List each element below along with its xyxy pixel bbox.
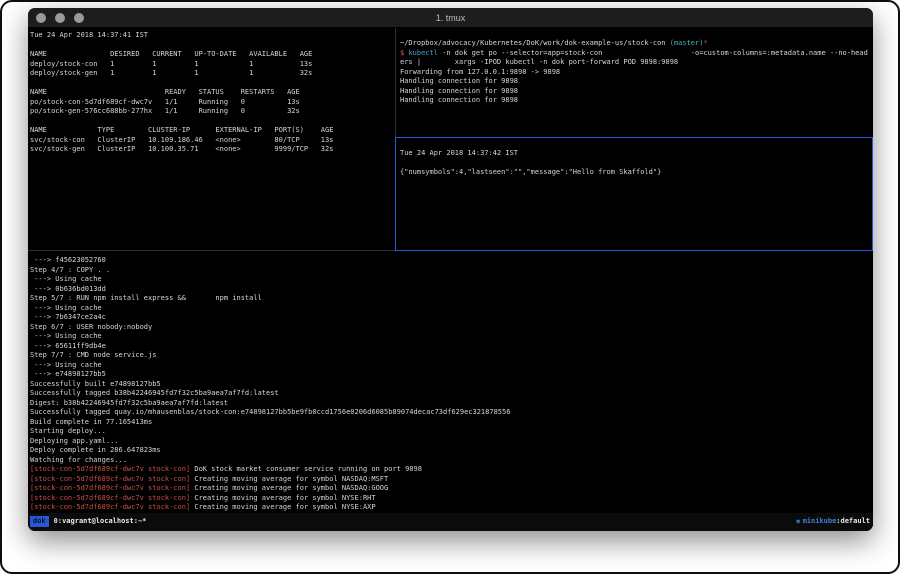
- window-name-item[interactable]: 0:vagrant@localhost:~*: [54, 517, 147, 525]
- screenshot-page: 1. tmux Tue 24 Apr 2018 14:37:41 IST NAME…: [0, 0, 900, 574]
- terminal-line: po/stock-gen-576cc688bb-277hx 1/1 Runnin…: [30, 107, 333, 117]
- terminal-line: Step 4/7 : COPY . .: [30, 266, 510, 276]
- terminal-line: Successfully tagged quay.io/mhausenblas/…: [30, 408, 510, 418]
- pane-skaffold-build[interactable]: ---> f45623052760Step 4/7 : COPY . . ---…: [30, 256, 510, 513]
- terminal-line: [30, 41, 333, 51]
- pane-kubectl-resources[interactable]: Tue 24 Apr 2018 14:37:41 IST NAME DESIRED…: [30, 31, 333, 155]
- terminal-window: 1. tmux Tue 24 Apr 2018 14:37:41 IST NAME…: [28, 8, 873, 531]
- terminal-line: NAME TYPE CLUSTER-IP EXTERNAL-IP PORT(S)…: [30, 126, 333, 136]
- terminal-line: Handling connection for 9898: [400, 87, 868, 97]
- terminal-line: Step 7/7 : CMD node service.js: [30, 351, 510, 361]
- terminal-line: ---> Using cache: [30, 332, 510, 342]
- terminal-line: [stock-con-5d7df689cf-dwc7v stock-con] C…: [30, 475, 510, 485]
- terminal-line: Handling connection for 9898: [400, 96, 868, 106]
- helm-icon: ⎈: [796, 517, 801, 526]
- terminal-line: [stock-con-5d7df689cf-dwc7v stock-con] C…: [30, 484, 510, 494]
- close-button-icon[interactable]: [36, 13, 46, 23]
- pane-port-forward[interactable]: ~/Dropbox/advocacy/Kubernetes/DoK/work/d…: [400, 39, 868, 106]
- terminal-line: ---> 0b636bd013dd: [30, 285, 510, 295]
- terminal-line: {"numsymbols":4,"lastseen":"","message":…: [400, 168, 661, 178]
- window-title: 1. tmux: [436, 13, 466, 23]
- terminal-line: ---> 7b6347ce2a4c: [30, 313, 510, 323]
- traffic-lights: [36, 8, 84, 28]
- terminal-line: [stock-con-5d7df689cf-dwc7v stock-con] D…: [30, 465, 510, 475]
- terminal-line: NAME READY STATUS RESTARTS AGE: [30, 88, 333, 98]
- pane-border-horizontal[interactable]: [28, 250, 395, 251]
- terminal-line: Successfully built e74898127bb5: [30, 380, 510, 390]
- terminal-line: deploy/stock-gen 1 1 1 1 32s: [30, 69, 333, 79]
- terminal-line: Starting deploy...: [30, 427, 510, 437]
- terminal-line: ers | xargs -IPOD kubectl -n dok port-fo…: [400, 58, 868, 68]
- terminal-line: deploy/stock-con 1 1 1 1 13s: [30, 60, 333, 70]
- status-right: ⎈ minikube :default: [796, 517, 870, 526]
- kube-namespace: :default: [836, 517, 870, 525]
- terminal-line: Deploy complete in 286.647823ms: [30, 446, 510, 456]
- terminal-line: NAME DESIRED CURRENT UP-TO-DATE AVAILABL…: [30, 50, 333, 60]
- pane-border-vertical[interactable]: [395, 28, 396, 138]
- terminal-line: [400, 159, 661, 169]
- terminal-line: Step 6/7 : USER nobody:nobody: [30, 323, 510, 333]
- terminal-line: $ kubectl -n dok get po --selector=app=s…: [400, 49, 868, 59]
- terminal-line: ---> Using cache: [30, 275, 510, 285]
- terminal-line: Tue 24 Apr 2018 14:37:41 IST: [30, 31, 333, 41]
- terminal-line: ~/Dropbox/advocacy/Kubernetes/DoK/work/d…: [400, 39, 868, 49]
- tmux-terminal: Tue 24 Apr 2018 14:37:41 IST NAME DESIRED…: [28, 28, 873, 513]
- minimize-button-icon[interactable]: [55, 13, 65, 23]
- kube-context: minikube: [803, 517, 837, 525]
- terminal-line: [30, 117, 333, 127]
- terminal-line: ---> Using cache: [30, 304, 510, 314]
- terminal-line: ---> f45623052760: [30, 256, 510, 266]
- terminal-line: Watching for changes...: [30, 456, 510, 466]
- terminal-line: Build complete in 77.165413ms: [30, 418, 510, 428]
- terminal-line: [stock-con-5d7df689cf-dwc7v stock-con] C…: [30, 494, 510, 504]
- terminal-line: Successfully tagged b38b42246945fd7f32c5…: [30, 389, 510, 399]
- pane-curl-output[interactable]: Tue 24 Apr 2018 14:37:42 IST {"numsymbols…: [400, 149, 661, 178]
- terminal-line: svc/stock-con ClusterIP 10.109.186.46 <n…: [30, 136, 333, 146]
- zoom-button-icon[interactable]: [74, 13, 84, 23]
- terminal-line: svc/stock-gen ClusterIP 10.100.35.71 <no…: [30, 145, 333, 155]
- terminal-line: Handling connection for 9898: [400, 77, 868, 87]
- terminal-line: po/stock-con-5d7df689cf-dwc7v 1/1 Runnin…: [30, 98, 333, 108]
- terminal-line: Step 5/7 : RUN npm install express && np…: [30, 294, 510, 304]
- terminal-line: ---> e74898127bb5: [30, 370, 510, 380]
- terminal-line: ---> Using cache: [30, 361, 510, 371]
- terminal-line: Forwarding from 127.0.0.1:9898 -> 9898: [400, 68, 868, 78]
- terminal-line: Deploying app.yaml...: [30, 437, 510, 447]
- terminal-line: Digest: b38b42246945fd7f32c5ba9aea7af7fd…: [30, 399, 510, 409]
- session-badge[interactable]: dok: [30, 516, 49, 527]
- terminal-line: ---> 65611ff9db4e: [30, 342, 510, 352]
- window-titlebar[interactable]: 1. tmux: [28, 8, 873, 28]
- terminal-line: [30, 79, 333, 89]
- terminal-line: [stock-con-5d7df689cf-dwc7v stock-con] C…: [30, 503, 510, 513]
- tmux-status-bar: dok 0:vagrant@localhost:~* ⎈ minikube :d…: [28, 513, 873, 531]
- terminal-line: Tue 24 Apr 2018 14:37:42 IST: [400, 149, 661, 159]
